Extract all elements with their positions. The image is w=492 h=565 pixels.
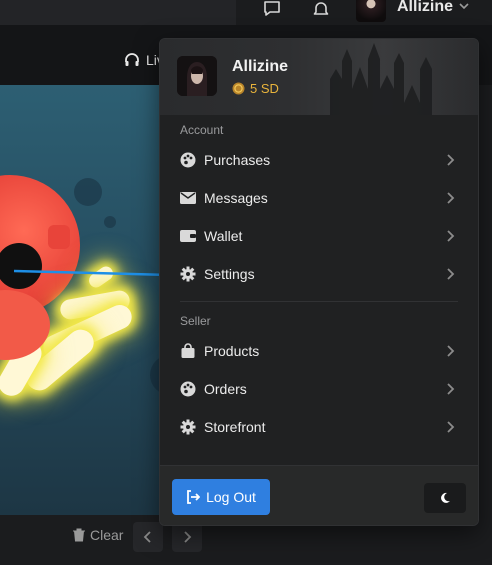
palette-icon bbox=[180, 152, 196, 168]
menu-item-orders[interactable]: Orders bbox=[160, 371, 478, 407]
menu-item-messages[interactable]: Messages bbox=[160, 180, 478, 216]
chevron-down-icon[interactable] bbox=[458, 0, 470, 12]
coin-icon bbox=[232, 82, 245, 95]
section-label-seller: Seller bbox=[180, 314, 211, 328]
chevron-right-icon bbox=[442, 419, 458, 435]
user-menu-header: Allizine 5 SD bbox=[160, 39, 478, 115]
menu-label: Orders bbox=[204, 381, 247, 397]
user-menu-dropdown: Allizine 5 SD Account Purchases Messages… bbox=[159, 38, 479, 526]
chat-icon[interactable] bbox=[262, 0, 282, 18]
logout-label: Log Out bbox=[206, 489, 256, 505]
menu-label: Messages bbox=[204, 190, 268, 206]
coin-balance: 5 SD bbox=[232, 81, 279, 96]
header-username[interactable]: Allizine bbox=[397, 0, 453, 16]
menu-item-storefront[interactable]: Storefront bbox=[160, 409, 478, 445]
menu-item-settings[interactable]: Settings bbox=[160, 256, 478, 292]
chevron-right-icon bbox=[184, 531, 192, 543]
menu-label: Wallet bbox=[204, 228, 243, 244]
user-name: Allizine bbox=[232, 58, 289, 75]
chevron-left-icon bbox=[143, 531, 151, 543]
header-left-panel bbox=[0, 0, 236, 25]
envelope-icon bbox=[180, 190, 196, 206]
balance-value: 5 SD bbox=[250, 81, 279, 96]
prev-button[interactable] bbox=[133, 522, 163, 552]
chevron-right-icon bbox=[442, 266, 458, 282]
menu-label: Purchases bbox=[204, 152, 271, 168]
chevron-right-icon bbox=[442, 381, 458, 397]
user-avatar-large[interactable] bbox=[177, 56, 217, 96]
menu-label: Storefront bbox=[204, 419, 266, 435]
live-link[interactable]: Liv bbox=[124, 52, 164, 68]
chevron-right-icon bbox=[442, 152, 458, 168]
top-header: Allizine bbox=[0, 0, 492, 25]
headset-icon bbox=[125, 53, 139, 66]
menu-item-purchases[interactable]: Purchases bbox=[160, 142, 478, 178]
menu-item-wallet[interactable]: Wallet bbox=[160, 218, 478, 254]
menu-divider bbox=[180, 301, 458, 302]
logout-button[interactable]: Log Out bbox=[172, 479, 270, 515]
user-menu-footer: Log Out bbox=[160, 465, 478, 525]
menu-item-products[interactable]: Products bbox=[160, 333, 478, 369]
menu-label: Products bbox=[204, 343, 260, 359]
section-label-account: Account bbox=[180, 123, 224, 137]
user-avatar[interactable] bbox=[356, 0, 386, 22]
next-button[interactable] bbox=[172, 522, 202, 552]
gear-icon bbox=[180, 266, 196, 282]
menu-label: Settings bbox=[204, 266, 255, 282]
palette-icon bbox=[180, 381, 196, 397]
wallet-icon bbox=[180, 228, 196, 244]
clear-label: Clear bbox=[90, 527, 124, 543]
bell-icon[interactable] bbox=[311, 0, 331, 18]
chevron-right-icon bbox=[442, 343, 458, 359]
clear-button[interactable]: Clear bbox=[72, 527, 123, 543]
logout-icon bbox=[187, 490, 201, 504]
chevron-right-icon bbox=[442, 190, 458, 206]
trash-icon bbox=[73, 528, 85, 542]
theme-toggle-button[interactable] bbox=[424, 483, 466, 513]
moon-icon bbox=[441, 492, 450, 503]
castle-background bbox=[330, 43, 432, 115]
gear-icon bbox=[180, 419, 196, 435]
chevron-right-icon bbox=[442, 228, 458, 244]
shopping-bag-icon bbox=[180, 343, 196, 359]
